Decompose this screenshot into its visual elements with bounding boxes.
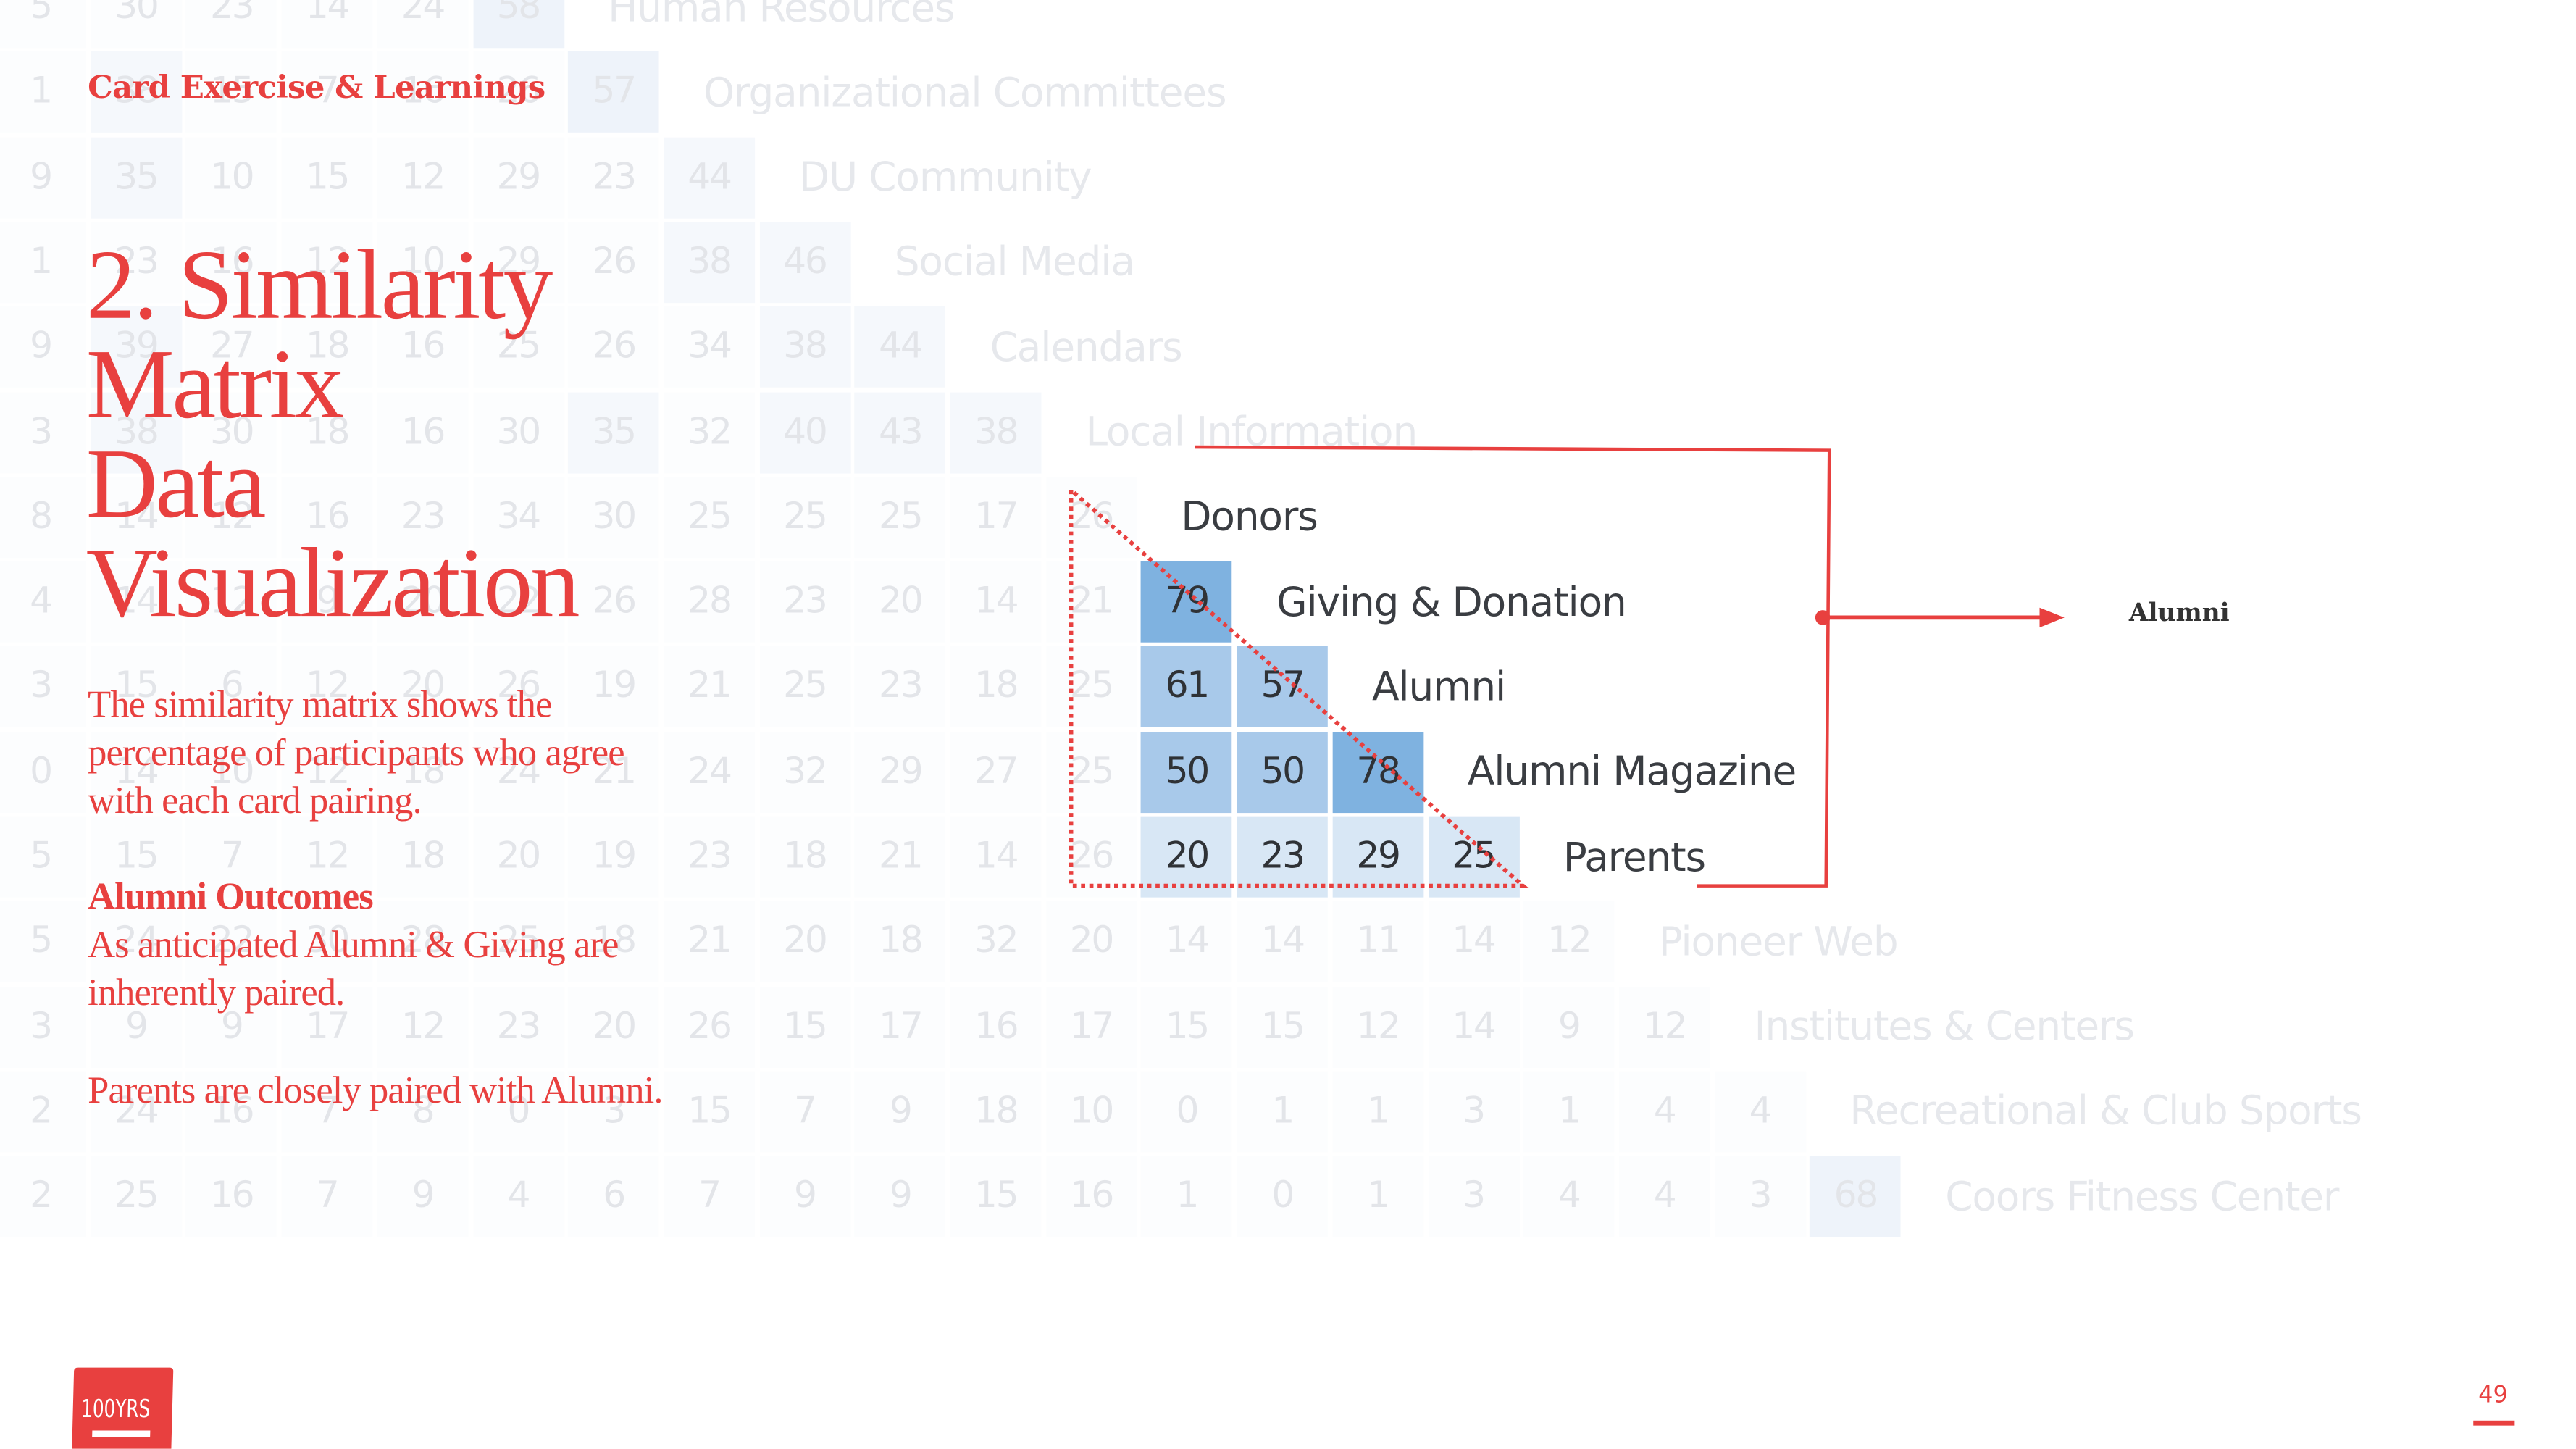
outcomes-heading: Alumni Outcomes: [88, 875, 374, 918]
outcomes-text: As anticipated Alumni & Giving are inher…: [88, 921, 619, 1017]
highlight-triangle: [1069, 485, 1529, 888]
logo-bar: [92, 1430, 151, 1437]
section-kicker: Card Exercise & Learnings: [88, 69, 545, 107]
intro-line: with each card pairing.: [88, 780, 422, 822]
page-number-underline: [2473, 1420, 2515, 1426]
logo: 100YRS: [71, 1367, 174, 1449]
callout-label: Alumni: [2128, 597, 2230, 628]
outcomes-note: Parents are closely paired with Alumni.: [88, 1069, 663, 1111]
logo-text: 100YRS: [80, 1394, 151, 1424]
outcomes-line: As anticipated Alumni & Giving are: [88, 924, 619, 966]
slide: 5 30 23 14 24 58 Human Resources 1 38 15 7 16 26 57 Or…: [0, 0, 2576, 1449]
outcomes-line: inherently paired.: [88, 972, 345, 1014]
intro-text: The similarity matrix shows the percenta…: [88, 680, 624, 824]
page-title: 2. Similarity Matrix Data Visualization: [85, 230, 580, 638]
arrow-head-icon: [2039, 607, 2065, 628]
callout-bracket: [1195, 445, 1831, 888]
intro-line: The similarity matrix shows the: [88, 683, 552, 725]
title-line: 2. Similarity: [85, 230, 553, 340]
title-line: Matrix: [85, 329, 344, 439]
page-number: 49: [2478, 1382, 2508, 1409]
title-line: Visualization: [85, 528, 580, 638]
intro-line: percentage of participants who agree: [88, 732, 624, 774]
title-line: Data: [85, 428, 267, 538]
